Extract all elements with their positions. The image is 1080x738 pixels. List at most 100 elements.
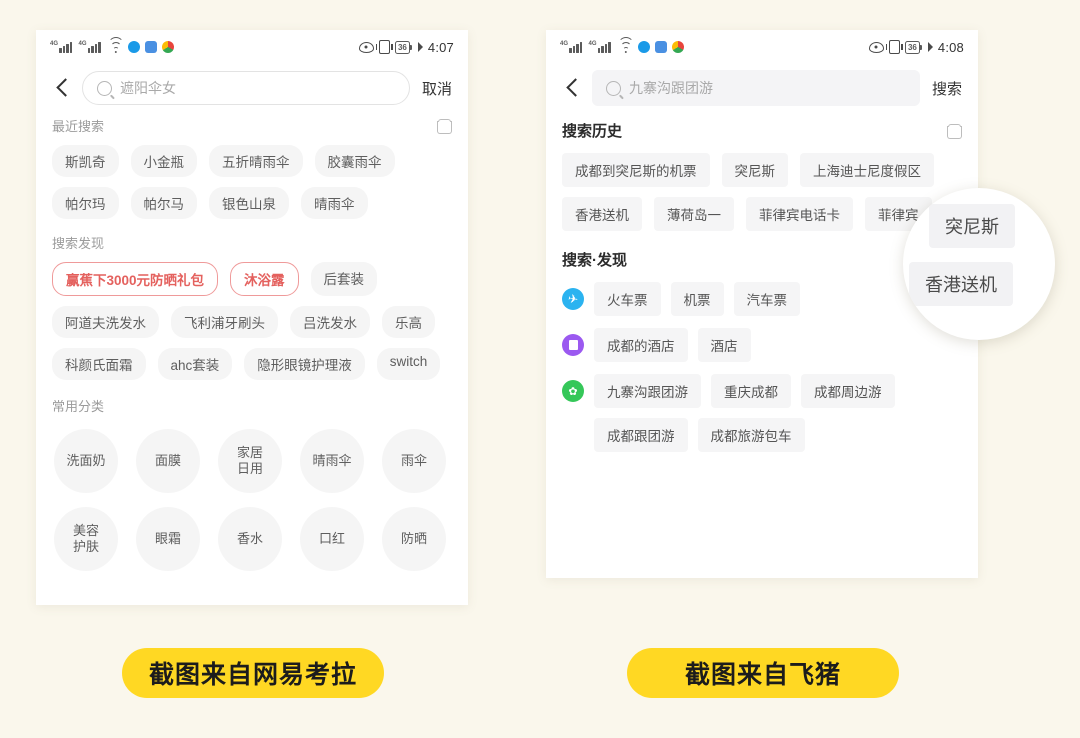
category-item[interactable]: 面膜 bbox=[136, 429, 200, 493]
caption-pill-kaola: 截图来自网易考拉 bbox=[122, 648, 384, 698]
magnifier-right: 突尼斯 香港送机 bbox=[903, 188, 1055, 340]
category-item[interactable]: 口红 bbox=[300, 507, 364, 571]
tag-item[interactable]: 五折晴雨伞 bbox=[209, 145, 303, 177]
tag-item[interactable]: 阿道夫洗发水 bbox=[52, 306, 159, 338]
tag-item[interactable]: 菲律宾电话卡 bbox=[746, 197, 853, 231]
section-header-history: 搜索历史 bbox=[546, 120, 978, 141]
search-input[interactable]: 遮阳伞女 bbox=[82, 71, 410, 105]
tag-item-promo[interactable]: 沐浴露 bbox=[230, 262, 299, 296]
tag-item[interactable]: 科颜氏面霜 bbox=[52, 348, 146, 380]
app-icon-blue bbox=[128, 41, 140, 53]
app-icon-square bbox=[145, 41, 157, 53]
hotel-icon bbox=[562, 334, 584, 356]
section-title-history: 搜索历史 bbox=[562, 123, 623, 140]
delete-history-icon[interactable] bbox=[437, 118, 452, 134]
app-icon-blue bbox=[638, 41, 650, 53]
bolt-icon bbox=[417, 42, 423, 52]
status-bar-right: 36 4:08 bbox=[868, 40, 964, 55]
tag-item[interactable]: 九寨沟跟团游 bbox=[594, 374, 701, 408]
tag-item[interactable]: 银色山泉 bbox=[209, 187, 289, 219]
category-circles: 洗面奶 面膜 家居 日用 晴雨伞 雨伞 美容 护肤 眼霜 香水 口红 防晒 bbox=[36, 423, 468, 571]
tag-item[interactable]: 帕尔马 bbox=[130, 187, 197, 219]
section-title-categories: 常用分类 bbox=[52, 399, 105, 414]
tag-item[interactable]: 火车票 bbox=[594, 282, 661, 316]
tag-item[interactable]: 吕洗发水 bbox=[290, 306, 370, 338]
status-bar: 4G 4G 36 4:07 bbox=[36, 30, 468, 60]
magnifier-clip-left: 搜索发现 赢蕉下3000元 阿道夫洗发水 bbox=[378, 186, 468, 338]
category-item[interactable]: 晴雨伞 bbox=[300, 429, 364, 493]
tag-item[interactable]: 小金瓶 bbox=[130, 145, 197, 177]
tag-item[interactable]: ahc套装 bbox=[157, 348, 233, 380]
section-title-discovery: 搜索发现 bbox=[52, 236, 105, 251]
search-icon bbox=[97, 80, 112, 96]
tag-item[interactable]: 后套装 bbox=[310, 262, 378, 296]
tag-item[interactable]: 汽车票 bbox=[733, 282, 800, 316]
magnifier-tag-b: 香港送机 bbox=[909, 262, 1013, 306]
section-title-discovery: 搜索·发现 bbox=[562, 252, 627, 269]
category-item[interactable]: 雨伞 bbox=[382, 429, 446, 493]
vibrate-icon bbox=[375, 40, 393, 54]
category-label: 美容 护肤 bbox=[72, 522, 99, 554]
cancel-button[interactable]: 取消 bbox=[422, 78, 452, 99]
app-icon-multicolor bbox=[162, 41, 174, 53]
tag-item[interactable]: 重庆成都 bbox=[711, 374, 791, 408]
magnifier-tag-a: 突尼斯 bbox=[929, 204, 1015, 248]
eye-icon bbox=[358, 41, 374, 53]
category-item[interactable]: 洗面奶 bbox=[54, 429, 118, 493]
magnifier-content: 突尼斯 香港送机 bbox=[903, 188, 1055, 340]
search-icon bbox=[606, 80, 621, 96]
section-header-recent: 最近搜索 bbox=[36, 116, 468, 135]
tag-item[interactable]: 香港送机 bbox=[562, 197, 642, 231]
status-bar: 4G 4G 36 4:08 bbox=[546, 30, 978, 60]
tag-item-promo[interactable]: 赢蕉下3000元防晒礼包 bbox=[52, 262, 219, 296]
tag-item[interactable]: 酒店 bbox=[697, 328, 751, 362]
tag-item[interactable]: 成都跟团游 bbox=[594, 418, 688, 452]
category-item[interactable]: 家居 日用 bbox=[218, 429, 282, 493]
tag-item[interactable]: 成都的酒店 bbox=[594, 328, 688, 362]
page-root: 4G 4G 36 4:07 遮阳伞女 取消 最近搜索 斯凯奇 小金瓶 五折晴雨伞… bbox=[0, 0, 1080, 738]
signal-4g-icon-1: 4G bbox=[560, 41, 586, 53]
tag-item[interactable]: 斯凯奇 bbox=[52, 145, 119, 177]
section-header-categories: 常用分类 bbox=[36, 396, 468, 415]
tag-item[interactable]: 成都到突尼斯的机票 bbox=[562, 153, 710, 187]
back-arrow-icon[interactable] bbox=[562, 77, 584, 99]
tag-item[interactable]: 成都周边游 bbox=[801, 374, 895, 408]
back-arrow-icon[interactable] bbox=[52, 77, 74, 99]
tag-item[interactable]: 成都旅游包车 bbox=[697, 418, 805, 452]
category-label: 家居 日用 bbox=[236, 444, 263, 476]
tag-item[interactable]: 飞利浦牙刷头 bbox=[171, 306, 278, 338]
tag-item[interactable]: 机票 bbox=[670, 282, 724, 316]
tag-item[interactable]: 上海迪士尼度假区 bbox=[800, 153, 934, 187]
battery-icon: 36 bbox=[394, 40, 412, 54]
tag-item[interactable]: 帕尔玛 bbox=[52, 187, 119, 219]
eye-icon bbox=[868, 41, 884, 53]
tag-item[interactable]: switch bbox=[376, 348, 441, 380]
delete-history-icon[interactable] bbox=[947, 123, 962, 139]
signal-4g-icon-2: 4G bbox=[79, 41, 105, 53]
category-item[interactable]: 香水 bbox=[218, 507, 282, 571]
signal-4g-icon-2: 4G bbox=[589, 41, 615, 53]
wifi-icon bbox=[108, 37, 124, 53]
category-item[interactable]: 防晒 bbox=[382, 507, 446, 571]
search-bar-row: 九寨沟跟团游 搜索 bbox=[546, 60, 978, 116]
category-item[interactable]: 眼霜 bbox=[136, 507, 200, 571]
tag-item[interactable]: 薄荷岛一 bbox=[654, 197, 734, 231]
tag-item[interactable]: 隐形眼镜护理液 bbox=[244, 348, 365, 380]
category-item[interactable]: 美容 护肤 bbox=[54, 507, 118, 571]
tag-item[interactable]: 突尼斯 bbox=[721, 153, 788, 187]
status-bar-time: 4:07 bbox=[427, 39, 454, 55]
tag-item[interactable]: 胶囊雨伞 bbox=[314, 145, 395, 177]
app-icon-multicolor bbox=[672, 41, 684, 53]
tag-item[interactable]: 晴雨伞 bbox=[301, 187, 368, 219]
search-button[interactable]: 搜索 bbox=[932, 78, 962, 99]
search-input[interactable]: 九寨沟跟团游 bbox=[592, 70, 920, 106]
section-title-recent: 最近搜索 bbox=[52, 119, 105, 134]
search-input-value: 遮阳伞女 bbox=[120, 80, 176, 96]
signal-4g-icon-1: 4G bbox=[50, 41, 76, 53]
wifi-icon bbox=[618, 37, 634, 53]
search-bar-row: 遮阳伞女 取消 bbox=[36, 60, 468, 116]
battery-icon: 36 bbox=[904, 40, 922, 54]
tour-icon bbox=[562, 380, 584, 402]
status-bar-left: 4G 4G bbox=[560, 37, 684, 53]
search-input-value: 九寨沟跟团游 bbox=[629, 80, 713, 96]
